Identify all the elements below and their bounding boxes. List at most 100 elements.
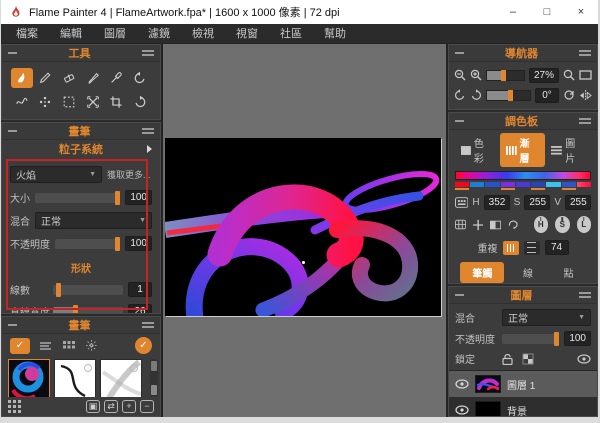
menu-window[interactable]: 視窗 [225,24,269,44]
flame-brush-tool[interactable] [11,68,33,88]
visibility-all-icon[interactable] [577,354,591,364]
flip-horizontal-icon[interactable] [579,90,592,101]
particles-tool[interactable] [34,92,56,112]
menu-filter[interactable]: 濾鏡 [137,24,181,44]
fit-screen-icon[interactable] [579,70,592,80]
transparency-lock-icon[interactable] [522,353,534,365]
canvas-viewport[interactable] [161,44,446,417]
opacity-value[interactable]: 100 [125,236,152,251]
gradient-stops[interactable] [455,182,591,187]
collapse-icon[interactable] [455,52,464,54]
tab-gradient[interactable]: 漸層 [500,133,546,167]
menu-layer[interactable]: 圖層 [93,24,137,44]
reset-rotation-icon[interactable] [563,89,575,101]
get-more-link[interactable]: 獲取更多... [107,168,151,181]
menu-help[interactable]: 幫助 [313,24,357,44]
size-slider[interactable] [35,193,120,203]
close-button[interactable]: × [564,0,598,24]
preset-scrollbar[interactable] [150,359,158,397]
lightness-knob[interactable]: L [577,216,592,233]
repeat-mode-bars-toggle[interactable] [503,241,519,255]
preset-frame-button[interactable]: ▣ [86,400,100,413]
contrast-square-icon[interactable] [490,220,501,230]
magnifier-icon[interactable] [563,69,575,81]
hue-knob[interactable]: H [534,216,549,233]
value-value[interactable]: 255 [565,195,591,210]
eyedropper-tool[interactable] [105,68,127,88]
saturation-knob[interactable]: S [555,216,570,233]
repeat-value[interactable]: 74 [545,240,569,255]
zoom-slider[interactable] [486,70,525,81]
eye-icon[interactable] [455,379,469,389]
zoom-in-icon[interactable] [470,69,482,81]
layer-blend-dropdown[interactable]: 正常 ▼ [502,309,591,326]
curve-tool[interactable] [11,92,33,112]
size-value[interactable]: 100 [125,190,152,205]
collapse-icon[interactable] [8,130,17,132]
preset-spy[interactable]: Spy [100,359,142,397]
cycle-icon[interactable] [508,219,519,230]
panel-menu-icon[interactable] [579,118,591,124]
canvas[interactable] [165,138,441,316]
zoom-value[interactable]: 27% [529,68,559,83]
menu-file[interactable]: 檔案 [5,24,49,44]
numeric-pad-icon[interactable] [455,197,468,208]
apply-check-button[interactable]: ✓ [135,337,152,354]
sparkle-filter-icon[interactable] [85,339,98,352]
panel-menu-icon[interactable] [142,322,154,328]
layer-opacity-slider[interactable] [502,334,559,344]
transform-tool[interactable] [82,92,104,112]
remove-preset-button[interactable]: − [140,400,154,413]
hue-value[interactable]: 352 [484,195,510,210]
eraser-tool[interactable] [58,68,80,88]
panel-menu-icon[interactable] [142,50,154,56]
rotation-slider[interactable] [486,90,531,101]
grid-dots-filter-icon[interactable] [62,340,76,352]
particle-system-bar[interactable]: 粒子系統 [2,140,160,158]
panel-menu-icon[interactable] [579,50,591,56]
swatch-grid-icon[interactable] [455,219,466,230]
maximize-button[interactable]: □ [530,0,564,24]
mode-line-button[interactable]: 線 [511,262,545,283]
lock-icon[interactable] [502,353,513,365]
collapse-icon[interactable] [455,294,464,296]
brush-type-dropdown[interactable]: 火焰 ▼ [10,166,102,183]
brush-strokes-filter-icon[interactable] [39,340,53,352]
line-width-slider[interactable] [53,307,123,315]
preset-serene[interactable]: Serene [8,359,50,397]
layer-opacity-value[interactable]: 100 [564,331,591,346]
chevron-right-icon[interactable] [147,145,152,153]
redo-tool[interactable] [129,92,151,112]
zoom-out-icon[interactable] [454,69,466,81]
layer-row-background[interactable]: 背景 [449,397,597,417]
menu-view[interactable]: 檢視 [181,24,225,44]
rotate-right-icon[interactable] [470,89,482,101]
gradient-preview[interactable] [455,171,591,180]
add-preset-button[interactable]: + [122,400,136,413]
marker-tool[interactable] [82,68,104,88]
lines-value[interactable]: 1 [128,282,152,297]
menu-community[interactable]: 社區 [269,24,313,44]
mode-point-button[interactable]: 點 [552,262,586,283]
menu-edit[interactable]: 編輯 [49,24,93,44]
layer-row-1[interactable]: 圖層 1 [449,371,597,397]
rotate-left-icon[interactable] [454,89,466,101]
blend-mode-dropdown[interactable]: 正常 ▼ [35,212,152,229]
line-width-value[interactable]: 26 [128,304,152,314]
opacity-slider[interactable] [55,239,120,249]
collapse-icon[interactable] [8,52,17,54]
tab-color[interactable]: 色彩 [455,133,500,167]
eye-icon[interactable] [455,405,469,415]
rotation-value[interactable]: 0° [535,88,559,103]
pencil-tool[interactable] [34,68,56,88]
undo-tool[interactable] [129,68,151,88]
preset-import-export-button[interactable]: ⇄ [104,400,118,413]
collapse-icon[interactable] [8,324,17,326]
thumbnail-grid-view-icon[interactable] [8,400,21,413]
tab-image[interactable]: 圖片 [545,133,591,167]
panel-menu-icon[interactable] [579,292,591,298]
repeat-mode-lines-toggle[interactable] [524,241,540,255]
saturation-value[interactable]: 255 [524,195,550,210]
filter-all-button[interactable]: ✓ [10,338,30,354]
panel-menu-icon[interactable] [142,128,154,134]
